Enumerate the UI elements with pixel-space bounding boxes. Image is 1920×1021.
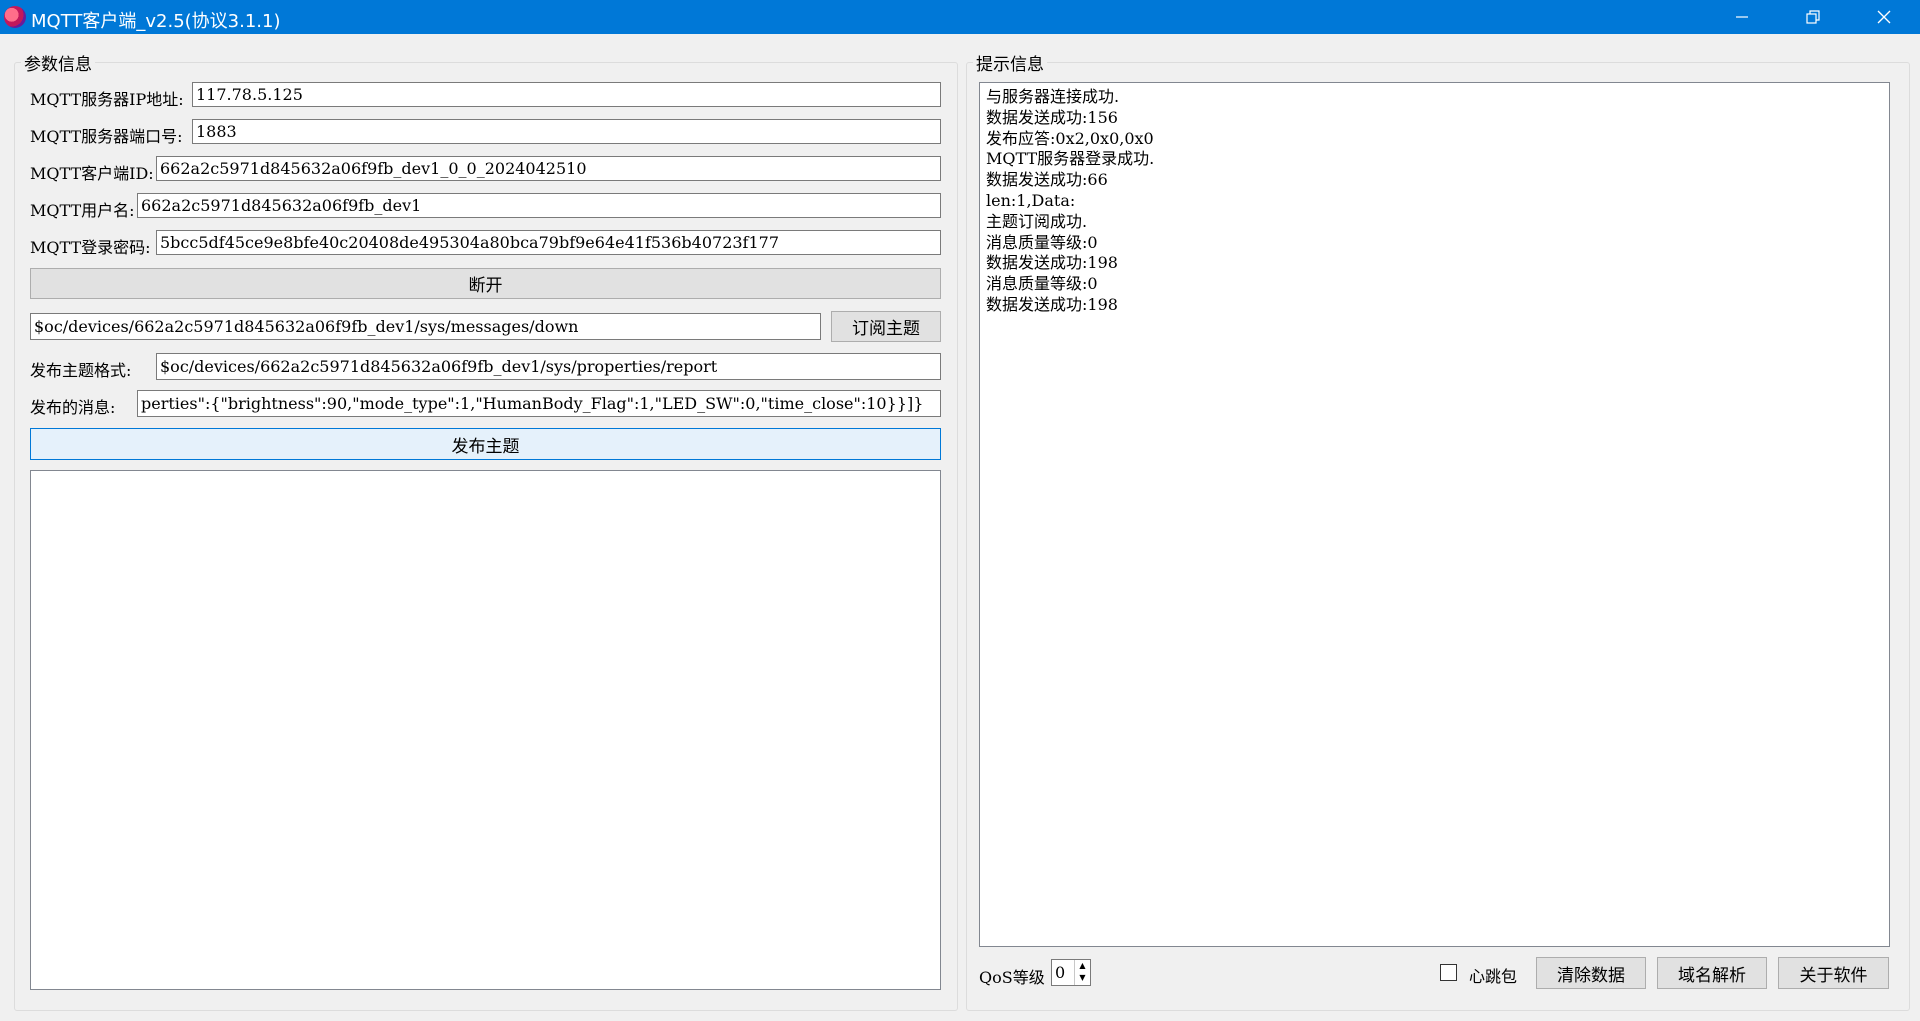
qos-value: 0 [1055,963,1066,982]
log-area[interactable]: 与服务器连接成功. 数据发送成功:156 发布应答:0x2,0x0,0x0 MQ… [979,82,1890,947]
log-line: 消息质量等级:0 [986,274,1098,294]
qos-label: QoS等级 [979,968,1045,987]
ip-input[interactable]: 117.78.5.125 [192,82,941,107]
username-label: MQTT用户名: [30,201,135,220]
publish-topic-label: 发布主题格式: [30,361,132,380]
publish-button[interactable]: 发布主题 [30,428,941,460]
username-input[interactable]: 662a2c5971d845632a06f9fb_dev1 [137,193,941,218]
window-title: MQTT客户端_v2.5(协议3.1.1) [31,11,281,32]
log-line: MQTT服务器登录成功. [986,149,1155,169]
info-group-title: 提示信息 [976,55,1044,75]
log-line: 数据发送成功:198 [986,253,1118,273]
password-input[interactable]: 5bcc5df45ce9e8bfe40c20408de495304a80bca7… [156,230,941,255]
subscribe-topic-input[interactable]: $oc/devices/662a2c5971d845632a06f9fb_dev… [30,313,821,340]
log-line: 主题订阅成功. [986,211,1088,231]
app-icon [4,6,26,28]
restore-icon[interactable] [1784,0,1842,34]
title-bar: MQTT客户端_v2.5(协议3.1.1) [0,0,1920,34]
log-line: 发布应答:0x2,0x0,0x0 [986,128,1154,148]
heartbeat-checkbox[interactable] [1440,964,1457,981]
publish-message-label: 发布的消息: [30,398,116,417]
password-label: MQTT登录密码: [30,238,151,257]
log-line: len:1,Data: [986,190,1076,210]
close-icon[interactable] [1855,0,1913,34]
log-line: 与服务器连接成功. [986,87,1120,106]
minimize-icon[interactable] [1713,0,1771,34]
subscribe-button[interactable]: 订阅主题 [831,311,941,342]
log-line: 数据发送成功:198 [986,294,1118,314]
disconnect-button[interactable]: 断开 [30,268,941,299]
log-line: 数据发送成功:66 [986,170,1108,190]
clear-data-button[interactable]: 清除数据 [1536,957,1646,989]
client-id-input[interactable]: 662a2c5971d845632a06f9fb_dev1_0_0_202404… [156,156,941,181]
qos-spinbox[interactable]: 0 ▲ ▼ [1051,959,1091,986]
spin-down-icon[interactable]: ▼ [1075,972,1090,984]
dns-resolve-button[interactable]: 域名解析 [1657,957,1767,989]
params-group-title: 参数信息 [24,55,92,75]
log-line: 消息质量等级:0 [986,232,1098,252]
publish-topic-input[interactable]: $oc/devices/662a2c5971d845632a06f9fb_dev… [156,353,941,380]
client-id-label: MQTT客户端ID: [30,164,154,183]
port-input[interactable]: 1883 [192,119,941,144]
received-messages-area[interactable] [30,470,941,990]
about-button[interactable]: 关于软件 [1778,957,1889,989]
ip-label: MQTT服务器IP地址: [30,90,184,109]
publish-message-input[interactable]: perties":{"brightness":90,"mode_type":1,… [137,390,941,417]
heartbeat-label: 心跳包 [1469,967,1518,986]
spin-up-icon[interactable]: ▲ [1075,960,1090,972]
port-label: MQTT服务器端口号: [30,127,183,146]
log-line: 数据发送成功:156 [986,107,1118,127]
